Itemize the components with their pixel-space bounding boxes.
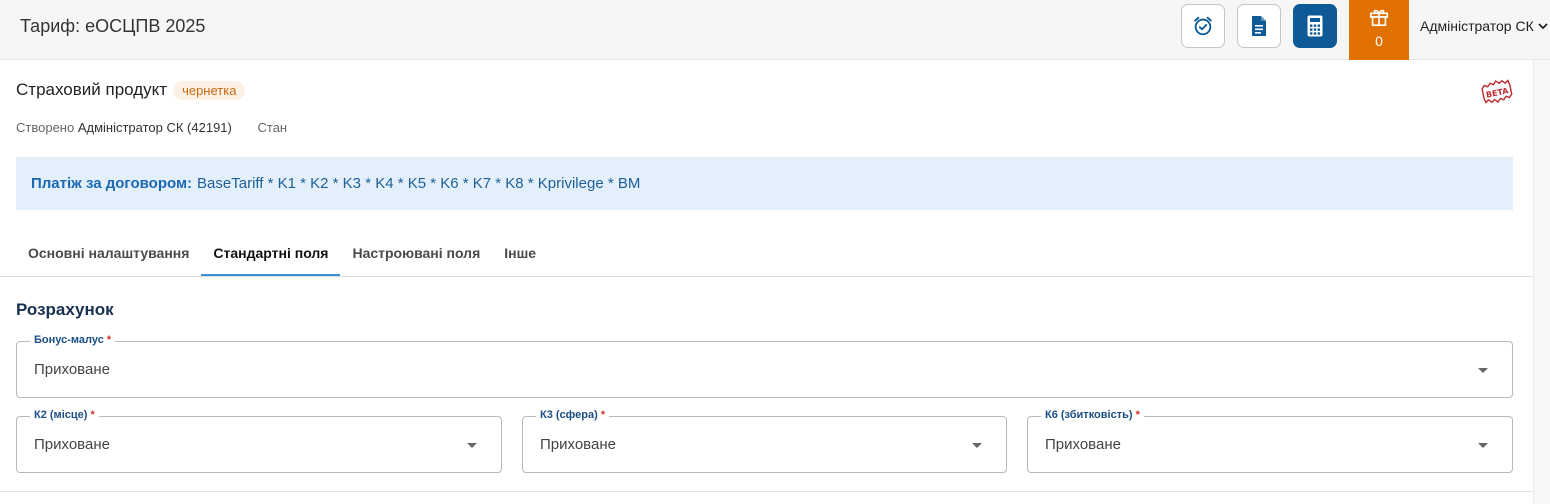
chevron-down-icon: [1538, 23, 1548, 30]
formula-label: Платіж за договором:: [31, 175, 193, 192]
k6-select[interactable]: К6 (збитковість) * Приховане: [1027, 409, 1513, 473]
tabs-divider: [0, 276, 1533, 277]
formula-value: BaseTariff * K1 * K2 * K3 * K4 * K5 * K6…: [197, 175, 641, 192]
field-value: Приховане: [34, 361, 110, 378]
required-marker: *: [90, 409, 95, 421]
status-badge: чернетка: [173, 80, 246, 100]
field-label: К2 (місце) *: [30, 409, 99, 421]
formula-banner: Платіж за договором: BaseTariff * K1 * K…: [16, 157, 1513, 210]
caret-down-icon: [467, 443, 477, 448]
field-label-text: Бонус-малус: [34, 334, 104, 346]
field-label: К6 (збитковість) *: [1041, 409, 1144, 421]
gift-count-badge: 0: [1375, 33, 1383, 49]
field-value: Приховане: [34, 436, 110, 453]
document-button[interactable]: [1237, 4, 1281, 48]
gift-icon: [1369, 9, 1389, 27]
alarm-clock-icon: [1194, 16, 1212, 36]
field-label-text: К6 (збитковість): [1045, 409, 1133, 421]
top-header: Тариф: еОСЦПВ 2025 0 Адміністратор СК: [0, 0, 1550, 60]
user-menu[interactable]: Адміністратор СК: [1420, 18, 1548, 34]
field-label-text: К3 (сфера): [540, 409, 598, 421]
document-icon: [1252, 16, 1266, 36]
user-name: Адміністратор СК: [1420, 18, 1534, 34]
section-divider: [0, 491, 1533, 492]
product-header: Страховий продукт чернетка: [16, 80, 246, 100]
required-marker: *: [1135, 409, 1140, 421]
scrollbar[interactable]: [1533, 60, 1550, 504]
product-title: Страховий продукт: [16, 80, 168, 99]
required-marker: *: [600, 409, 606, 421]
caret-down-icon: [1478, 443, 1488, 448]
created-by: Адміністратор СК (42191): [77, 120, 232, 135]
svg-text:BETA: BETA: [1485, 86, 1510, 100]
field-label-text: К2 (місце): [34, 409, 88, 421]
state-label: Стан: [257, 120, 288, 135]
k2-select[interactable]: К2 (місце) * Приховане: [16, 409, 502, 473]
k3-select[interactable]: К3 (сфера) * Приховане: [522, 409, 1007, 473]
page-title: Тариф: еОСЦПВ 2025: [20, 16, 206, 36]
tab-basic-settings[interactable]: Основні налаштування: [16, 232, 201, 276]
field-value: Приховане: [540, 436, 616, 453]
field-label: Бонус-малус *: [30, 334, 116, 346]
caret-down-icon: [972, 443, 982, 448]
product-meta: Створено Адміністратор СК (42191) Стан: [16, 120, 287, 135]
tab-standard-fields[interactable]: Стандартні поля: [201, 232, 341, 276]
field-value: Приховане: [1045, 436, 1121, 453]
bonus-malus-select[interactable]: Бонус-малус * Приховане: [16, 334, 1513, 398]
section-title: Розрахунок: [16, 300, 114, 319]
beta-stamp-icon: BETA: [1480, 79, 1514, 110]
caret-down-icon: [1478, 368, 1488, 373]
gift-button[interactable]: 0: [1349, 0, 1409, 60]
calculator-icon: [1307, 15, 1323, 37]
created-label: Створено: [16, 120, 75, 135]
alarm-clock-button[interactable]: [1181, 4, 1225, 48]
calculator-button[interactable]: [1293, 4, 1337, 48]
field-label: К3 (сфера) *: [536, 409, 610, 421]
tab-custom-fields[interactable]: Настроювані поля: [340, 232, 492, 276]
required-marker: *: [106, 334, 112, 346]
tab-bar: Основні налаштування Стандартні поля Нас…: [16, 232, 548, 276]
tab-other[interactable]: Інше: [492, 232, 548, 276]
